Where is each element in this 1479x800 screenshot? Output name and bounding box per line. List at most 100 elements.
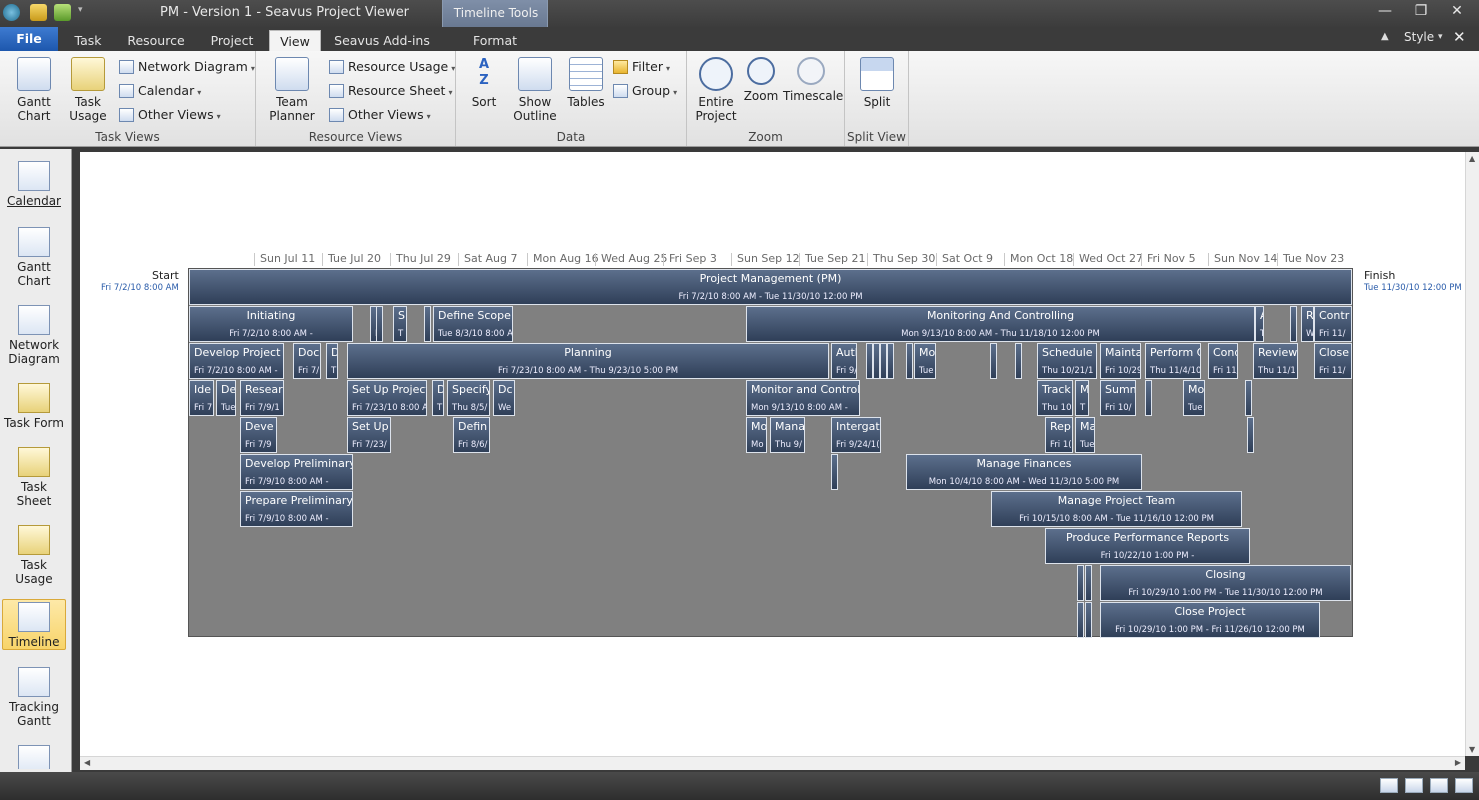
timeline-task-bar[interactable]: Resear Fri 7/9/1 xyxy=(240,380,284,416)
tables-button[interactable]: Tables xyxy=(564,57,608,109)
collapsed-task-bar[interactable] xyxy=(887,343,894,379)
timeline-task-bar[interactable]: Cond Fri 11/ xyxy=(1208,343,1238,379)
resource-usage-button[interactable]: Resource Usage ▾ xyxy=(328,57,455,77)
view-tracking-gantt[interactable]: Tracking Gantt xyxy=(2,667,66,728)
collapsed-task-bar[interactable] xyxy=(873,343,880,379)
timeline-task-bar[interactable]: Mo Tue xyxy=(914,343,936,379)
restore-button[interactable]: ❐ xyxy=(1409,3,1433,19)
timeline-task-bar[interactable]: Ide Fri 7 xyxy=(189,380,214,416)
view-calendar[interactable]: Calendar xyxy=(2,161,66,208)
collapsed-task-bar[interactable] xyxy=(1085,602,1092,638)
view-more[interactable] xyxy=(2,745,66,769)
timeline-task-bar[interactable]: Define Scope Tue 8/3/10 8:00 A xyxy=(433,306,513,342)
timeline-task-bar[interactable]: Review Thu 11/1 xyxy=(1253,343,1298,379)
timeline-task-bar[interactable]: Rep Fri 1( xyxy=(1045,417,1073,453)
timeline-task-bar[interactable]: Monitor and Control Mon 9/13/10 8:00 AM - xyxy=(746,380,860,416)
collapsed-task-bar[interactable] xyxy=(866,343,873,379)
timeline-task-bar[interactable]: Ma Tue xyxy=(1075,417,1095,453)
view-gantt-chart[interactable]: Gantt Chart xyxy=(2,227,66,288)
collapsed-task-bar[interactable] xyxy=(1077,602,1084,638)
undo-icon[interactable] xyxy=(54,4,71,21)
collapsed-task-bar[interactable] xyxy=(376,306,383,342)
gantt-chart-button[interactable]: Gantt Chart xyxy=(6,57,62,123)
horizontal-scrollbar[interactable]: ◀ ▶ xyxy=(80,756,1465,770)
collapsed-task-bar[interactable] xyxy=(1085,565,1092,601)
resource-sheet-shortcut-icon[interactable] xyxy=(1455,778,1473,793)
timeline-task-bar[interactable]: Deve Fri 7/9 xyxy=(240,417,277,453)
timeline-task-bar[interactable]: Develop Project C Fri 7/2/10 8:00 AM - xyxy=(189,343,284,379)
timeline-task-bar[interactable]: Doc Fri 7/ xyxy=(293,343,321,379)
timeline-task-bar[interactable]: Defin Fri 8/6/ xyxy=(453,417,490,453)
timeline-task-bar[interactable]: Develop Preliminary Fri 7/9/10 8:00 AM - xyxy=(240,454,353,490)
view-task-form[interactable]: Task Form xyxy=(2,383,66,430)
resource-sheet-button[interactable]: Resource Sheet ▾ xyxy=(328,81,452,101)
tab-task[interactable]: Task xyxy=(64,30,112,51)
sort-button[interactable]: AZ Sort xyxy=(462,57,506,109)
timeline-task-bar[interactable]: Manage Finances Mon 10/4/10 8:00 AM - Wed… xyxy=(906,454,1142,490)
timeline-summary-bar[interactable]: Project Management (PM) Fri 7/2/10 8:00 A… xyxy=(189,269,1352,305)
timeline-task-bar[interactable]: Mo Mo xyxy=(746,417,767,453)
timeline-task-bar[interactable]: DT xyxy=(326,343,338,379)
close-button[interactable]: ✕ xyxy=(1445,3,1469,19)
tab-file[interactable]: File xyxy=(0,27,58,51)
collapsed-task-bar[interactable] xyxy=(880,343,887,379)
collapsed-task-bar[interactable] xyxy=(831,454,838,490)
timeline-task-bar[interactable]: Monitoring And Controlling Mon 9/13/10 8:… xyxy=(746,306,1255,342)
other-views-button[interactable]: Other Views ▾ xyxy=(118,105,221,125)
scroll-up-icon[interactable]: ▲ xyxy=(1469,154,1475,163)
timeline-task-bar[interactable]: Intergat Fri 9/24/1( xyxy=(831,417,881,453)
tab-resource[interactable]: Resource xyxy=(120,30,192,51)
collapsed-task-bar[interactable] xyxy=(424,306,431,342)
ribbon-collapse-icon[interactable]: ▲ xyxy=(1381,31,1389,42)
tab-seavus-addins[interactable]: Seavus Add-ins xyxy=(330,30,434,51)
timeline-task-bar[interactable]: Perform Q Thu 11/4/10 xyxy=(1145,343,1201,379)
timeline-task-bar[interactable]: Set Up Project Fri 7/23/10 8:00 A xyxy=(347,380,427,416)
timeline-task-bar[interactable]: Sumn Fri 10/ xyxy=(1100,380,1136,416)
team-planner-shortcut-icon[interactable] xyxy=(1430,778,1448,793)
timeline-task-bar[interactable]: Dc We xyxy=(493,380,515,416)
show-outline-button[interactable]: Show Outline xyxy=(510,57,560,123)
view-task-sheet[interactable]: Task Sheet xyxy=(2,447,66,508)
timeline-task-bar[interactable]: Track Thu 10 xyxy=(1037,380,1073,416)
task-usage-button[interactable]: Task Usage xyxy=(62,57,114,123)
timeline-task-bar[interactable]: Mo Tue xyxy=(1183,380,1205,416)
timeline-task-bar[interactable]: Mana Thu 9/ xyxy=(770,417,805,453)
collapsed-task-bar[interactable] xyxy=(906,343,913,379)
view-network-diagram[interactable]: Network Diagram xyxy=(2,305,66,366)
collapsed-task-bar[interactable] xyxy=(1077,565,1084,601)
timeline-task-bar[interactable]: AT xyxy=(1255,306,1264,342)
timeline-task-bar[interactable]: Close Project Fri 10/29/10 1:00 PM - Fri … xyxy=(1100,602,1320,638)
app-icon[interactable] xyxy=(3,4,20,21)
scroll-left-icon[interactable]: ◀ xyxy=(84,758,90,767)
timeline-task-bar[interactable]: Prepare Preliminary Fri 7/9/10 8:00 AM - xyxy=(240,491,353,527)
timeline-task-bar[interactable]: Close Fri 11/ xyxy=(1314,343,1352,379)
collapsed-task-bar[interactable] xyxy=(1015,343,1022,379)
timeline-task-bar[interactable]: Planning Fri 7/23/10 8:00 AM - Thu 9/23/1… xyxy=(347,343,829,379)
timeline-task-bar[interactable]: Schedule Thu 10/21/1 xyxy=(1037,343,1097,379)
timeline-task-bar[interactable]: Closing Fri 10/29/10 1:00 PM - Tue 11/30/… xyxy=(1100,565,1351,601)
tab-format[interactable]: Format xyxy=(443,30,547,51)
style-label[interactable]: Style xyxy=(1404,30,1434,44)
tab-project[interactable]: Project xyxy=(200,30,264,51)
task-usage-shortcut-icon[interactable] xyxy=(1405,778,1423,793)
view-task-usage[interactable]: Task Usage xyxy=(2,525,66,586)
split-button[interactable]: Split xyxy=(855,57,899,109)
scroll-down-icon[interactable]: ▼ xyxy=(1469,745,1475,754)
qat-dropdown-icon[interactable]: ▾ xyxy=(78,5,83,15)
network-diagram-button[interactable]: Network Diagram ▾ xyxy=(118,57,255,77)
save-icon[interactable] xyxy=(30,4,47,21)
calendar-button[interactable]: Calendar ▾ xyxy=(118,81,201,101)
timeline-task-bar[interactable]: DT xyxy=(432,380,444,416)
timeline-task-bar[interactable]: Mainta Fri 10/29 xyxy=(1100,343,1141,379)
timeline-task-bar[interactable]: Contr Fri 11/ xyxy=(1314,306,1352,342)
collapsed-task-bar[interactable] xyxy=(1247,417,1254,453)
vertical-scrollbar[interactable]: ▲ ▼ xyxy=(1465,152,1479,756)
style-dropdown-icon[interactable]: ▾ xyxy=(1438,32,1443,42)
filter-button[interactable]: Filter ▾ xyxy=(612,57,670,77)
collapsed-task-bar[interactable] xyxy=(990,343,997,379)
collapsed-task-bar[interactable] xyxy=(1145,380,1152,416)
timeline-task-bar[interactable]: Initiating Fri 7/2/10 8:00 AM - xyxy=(189,306,353,342)
entire-project-button[interactable]: Entire Project xyxy=(691,57,741,123)
collapsed-task-bar[interactable] xyxy=(1290,306,1297,342)
timescale-button[interactable]: Timescale xyxy=(783,57,843,103)
